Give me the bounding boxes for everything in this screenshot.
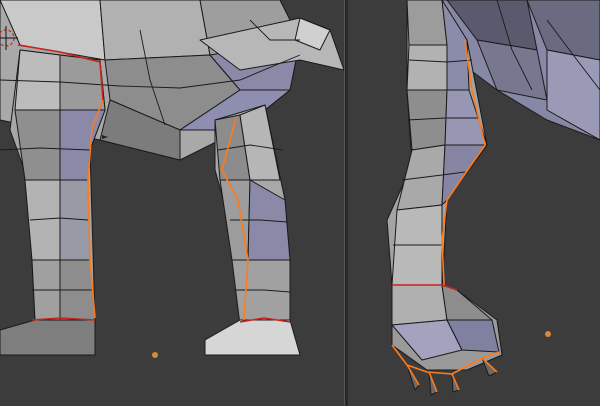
vertex-dot-icon[interactable] — [545, 331, 551, 337]
mesh-view-right[interactable] — [347, 0, 600, 406]
3d-viewport-right[interactable] — [347, 0, 600, 406]
vertex-dot-icon[interactable] — [152, 352, 158, 358]
mesh-view-left[interactable] — [0, 0, 344, 406]
editor-window — [0, 0, 600, 406]
mesh-leg-right[interactable] — [204, 104, 301, 356]
3d-viewport-left[interactable] — [0, 0, 344, 406]
